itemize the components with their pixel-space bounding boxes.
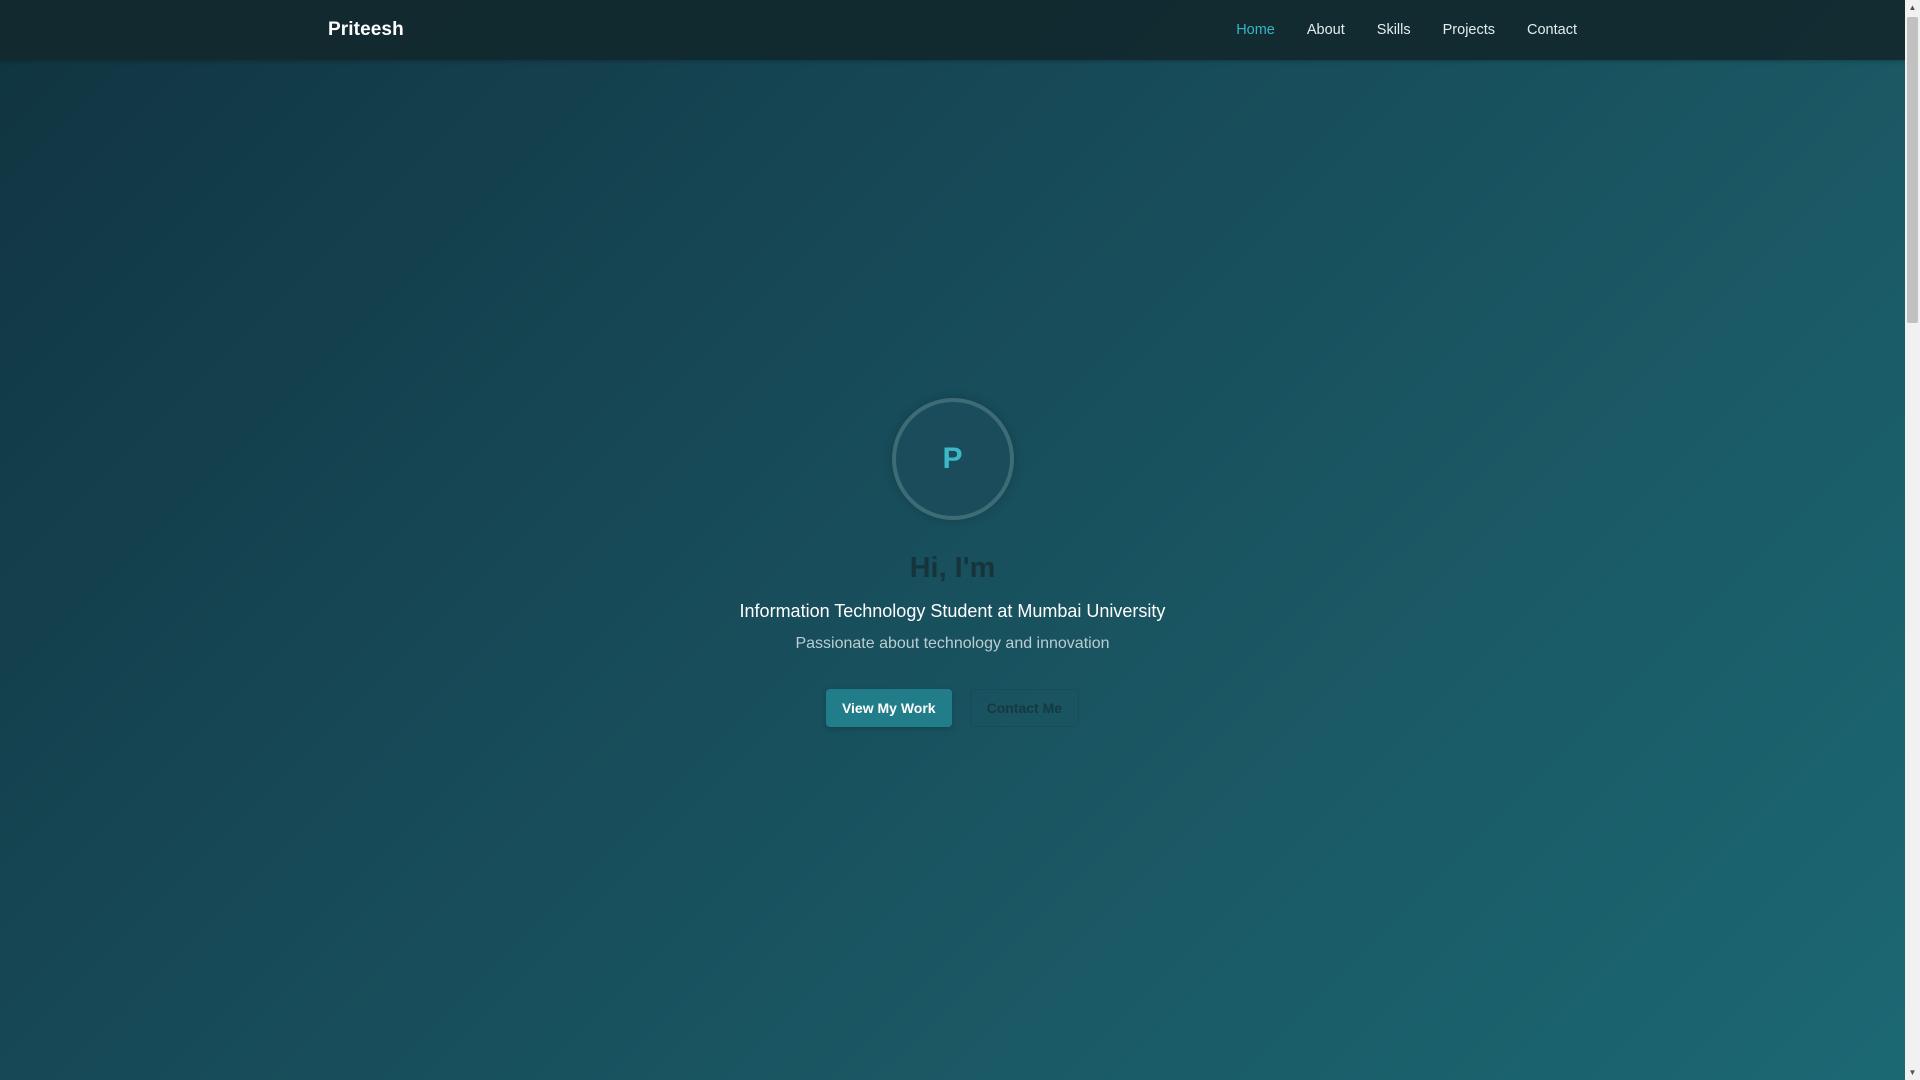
avatar: P: [891, 398, 1014, 520]
vertical-scrollbar[interactable]: ▲ ▼: [1905, 0, 1920, 1080]
brand-logo-text[interactable]: Priteesh: [328, 19, 404, 41]
view-my-work-button[interactable]: View My Work: [825, 689, 952, 728]
hero-tagline: Passionate about technology and innovati…: [795, 635, 1110, 653]
nav-link-home[interactable]: Home: [1236, 22, 1275, 38]
hero-section: P Hi, I'm Information Technology Student…: [0, 398, 1905, 728]
top-navbar: Priteesh Home About Skills Projects Cont…: [0, 0, 1905, 60]
hero-greeting: Hi, I'm: [909, 552, 996, 584]
nav-link-about[interactable]: About: [1307, 22, 1345, 38]
contact-me-button[interactable]: Contact Me: [969, 689, 1080, 728]
nav-link-projects[interactable]: Projects: [1443, 22, 1495, 38]
scroll-up-icon[interactable]: ▲: [1905, 0, 1920, 15]
avatar-initial: P: [942, 442, 963, 475]
scroll-down-icon[interactable]: ▼: [1905, 1065, 1920, 1080]
nav-link-contact[interactable]: Contact: [1527, 22, 1577, 38]
scrollbar-thumb[interactable]: [1907, 17, 1918, 323]
hero-subtitle: Information Technology Student at Mumbai…: [739, 601, 1166, 622]
hero-buttons: View My Work Contact Me: [0, 689, 1905, 728]
nav-links: Home About Skills Projects Contact: [1236, 0, 1577, 60]
nav-link-skills[interactable]: Skills: [1377, 22, 1411, 38]
